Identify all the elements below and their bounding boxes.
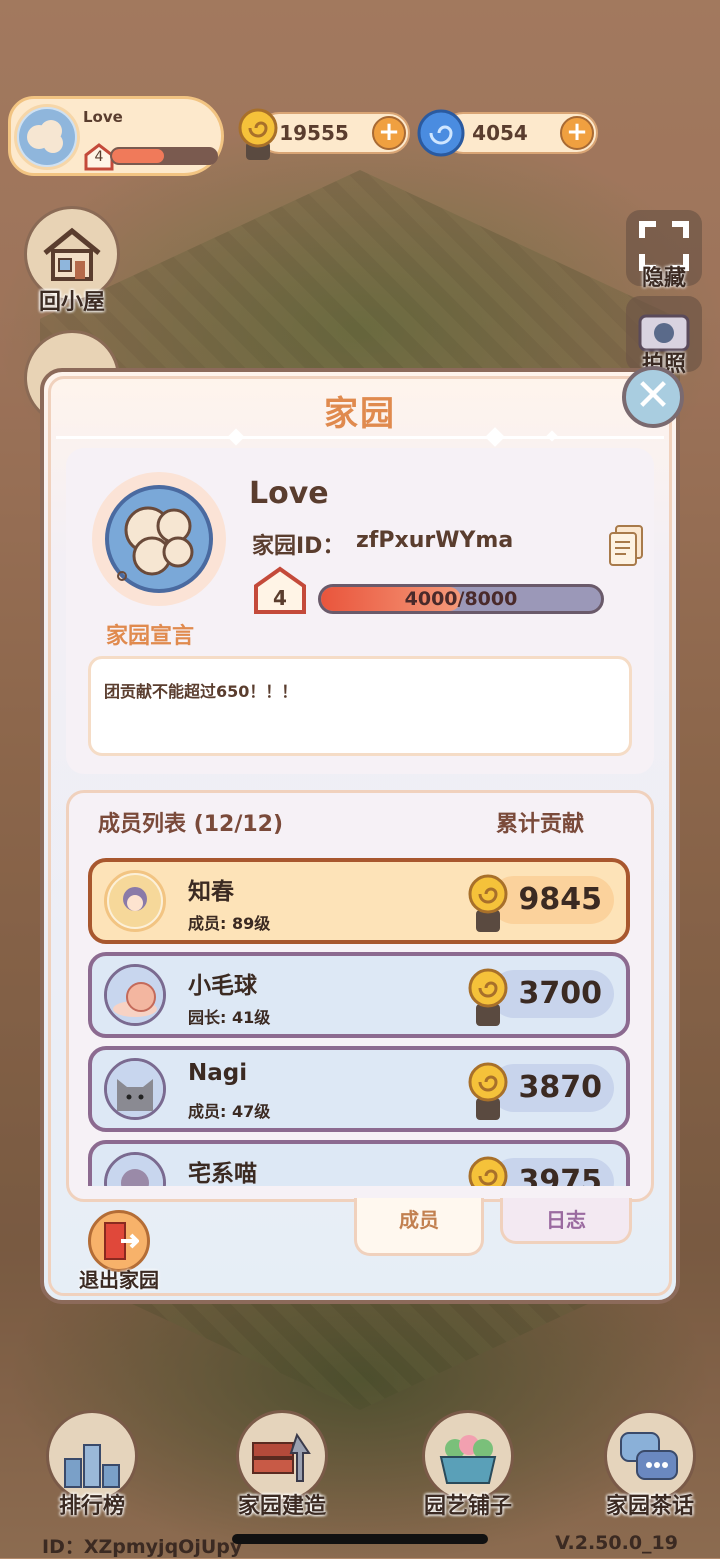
add-gem-button[interactable]: + [560,116,594,150]
house-icon [43,227,101,281]
nav-shop-label: 园艺铺子 [423,1494,512,1519]
brick-trowel-icon [252,1432,311,1482]
exit-home-button[interactable]: 退出家园 [64,1210,174,1292]
nav-build-label: 家园建造 [237,1494,326,1519]
home-avatar [92,472,226,606]
home-progress-bar: 4000/8000 [318,584,604,614]
snail-coin-icon [468,1062,508,1120]
player-level-number: 4 [94,149,104,165]
back-home-button[interactable]: 回小屋 [20,206,124,316]
photo-button[interactable]: 拍照 [626,296,702,377]
girl-avatar-icon [109,875,161,927]
member-role: 园长: 41级 [188,1008,271,1027]
cloud-emblem-icon [105,485,213,593]
snail-coin-icon [468,968,508,1026]
add-snail-coin-button[interactable]: + [372,116,406,150]
exit-door-icon [104,1222,140,1260]
contribution-header: 累计贡献 [496,812,585,837]
hide-ui-button[interactable]: 隐藏 [626,210,702,291]
nav-ranking[interactable]: 排行榜 [32,1410,152,1520]
member-row[interactable]: 宅系喵 3975 [88,1140,630,1186]
member-role: 成员: 47级 [188,1102,271,1121]
exit-home-label: 退出家园 [79,1268,159,1292]
chat-bubbles-icon [620,1432,678,1480]
snail-avatar-icon [107,967,163,1023]
player-xp-bar [110,147,218,165]
member-name: Nagi [188,1060,248,1086]
member-name: 小毛球 [188,973,257,999]
member-row[interactable]: 小毛球 园长: 41级 3700 [88,952,630,1038]
copy-id-icon[interactable] [606,524,646,568]
player-avatar[interactable] [14,104,80,170]
member-row[interactable]: 知春 成员: 89级 9845 [88,858,630,944]
member-avatar [104,1058,166,1120]
home-id-label: 家园ID： [252,534,345,559]
exit-home-circle [88,1210,150,1272]
cloud-avatar-icon [19,109,75,165]
declaration-text: 团贡献不能超过650！！！ [104,682,298,701]
member-name: 知春 [188,879,234,905]
nav-shop[interactable]: 园艺铺子 [408,1410,528,1520]
tab-members[interactable]: 成员 [354,1198,484,1256]
nav-build[interactable]: 家园建造 [222,1410,342,1520]
player-xp-fill [112,149,164,163]
home-id-value: zfPxurWYma [356,528,514,553]
member-role: 成员: 89级 [188,914,271,933]
snail-coin-icon [238,108,278,160]
girl-avatar-icon [107,1155,163,1186]
member-avatar [104,870,166,932]
tab-log[interactable]: 日志 [500,1198,632,1244]
home-indicator[interactable] [232,1534,488,1544]
close-modal-button[interactable]: ✕ [622,366,684,428]
version-footer: V.2.50.0_19 [555,1532,678,1554]
hide-ui-label: 隐藏 [641,266,686,291]
declaration-label: 家园宣言 [106,624,195,649]
cat-avatar-icon [107,1061,163,1117]
podium-icon [64,1444,120,1488]
nav-tea-chat[interactable]: 家园茶话 [590,1410,710,1520]
back-home-label: 回小屋 [38,290,105,315]
player-id-footer: ID：XZpmyjqOjUpy [42,1536,243,1558]
snail-coin-icon [468,1156,508,1186]
home-level-badge: 4 [252,566,308,616]
member-list-scroll[interactable]: 知春 成员: 89级 9845 小毛球 园长: 41级 3700 Nagi 成员… [66,848,654,1186]
home-level-number: 4 [273,586,287,610]
snail-coin-icon [468,874,508,932]
member-row[interactable]: Nagi 成员: 47级 3870 [88,1046,630,1132]
member-avatar [104,1152,166,1186]
player-name: Love [83,108,123,126]
member-list-header: 成员列表 (12/12) [98,812,284,837]
flower-basket-icon [439,1435,497,1484]
title-divider [56,436,664,439]
close-icon: ✕ [634,370,672,421]
nav-tea-chat-label: 家园茶话 [605,1494,694,1519]
declaration-box [88,656,632,756]
member-avatar [104,964,166,1026]
member-name: 宅系喵 [188,1161,257,1186]
home-name: Love [249,476,329,511]
swirl-gem-icon [417,109,465,157]
modal-title: 家园 [324,394,396,434]
home-progress-text: 4000/8000 [404,588,518,610]
nav-ranking-label: 排行榜 [58,1494,125,1519]
